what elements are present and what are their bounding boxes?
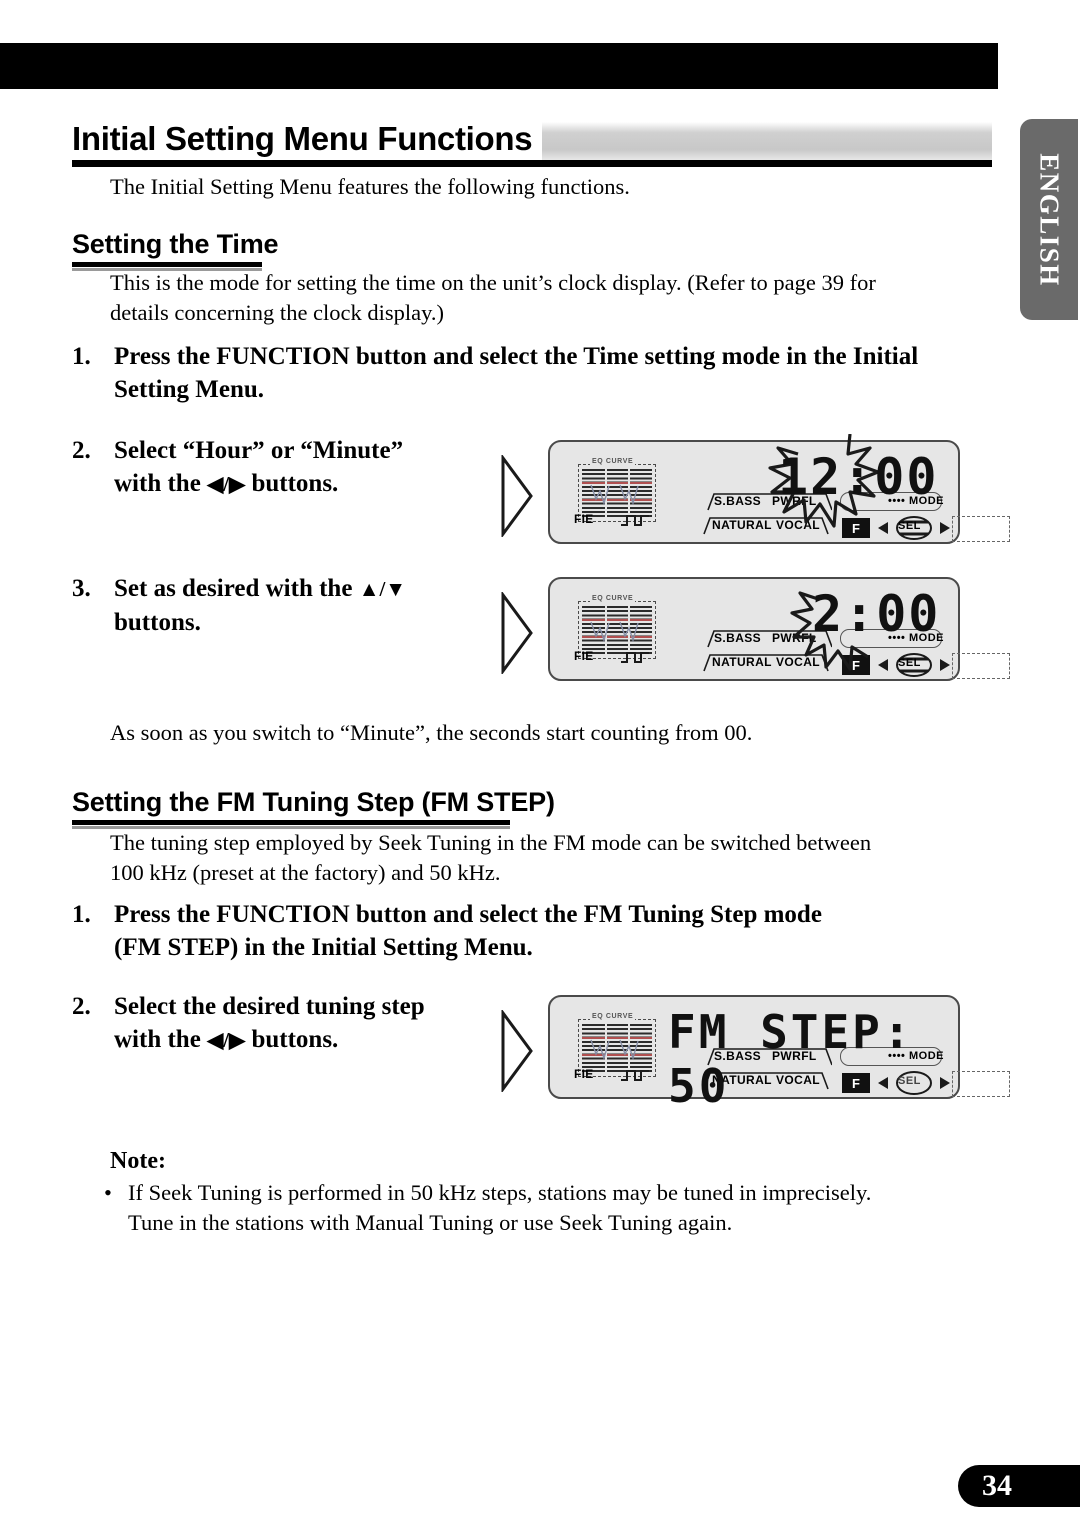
eq-curve-label: EQ CURVE — [590, 1013, 636, 1020]
step-line-1: Press the FUNCTION button and select the… — [114, 343, 919, 370]
step-item: 2. Select the desired tuning step with t… — [72, 990, 512, 1057]
chapter-heading-band: Initial Setting Menu Functions — [72, 118, 992, 160]
chapter-intro-text: The Initial Setting Menu features the fo… — [110, 174, 630, 199]
step-item: 3. Set as desired with the ▲/▼ buttons. — [72, 572, 502, 639]
step-number: 1. — [72, 901, 91, 928]
section-rule-thick — [72, 820, 510, 825]
step-item: 1. Press the FUNCTION button and select … — [72, 340, 982, 406]
step-line-2-prefix: with the — [114, 470, 208, 497]
section-intro-line-2: details concerning the clock display.) — [110, 300, 445, 325]
lcd-readout: FM STEP: 50 — [668, 1005, 914, 1113]
language-tab: ENGLISH — [1020, 119, 1078, 320]
fie-label: FIE — [574, 1067, 594, 1082]
step-number: 1. — [72, 343, 91, 370]
loudness-waveform-icon — [621, 515, 650, 526]
step-item: 1. Press the FUNCTION button and select … — [72, 898, 982, 964]
sel-frame — [952, 653, 1010, 679]
pointer-triangle-icon — [501, 455, 533, 537]
step-number: 3. — [72, 575, 91, 602]
section-title: Setting the FM Tuning Step (FM STEP) — [72, 787, 555, 817]
lcd-display-panel: EQ CURVE FIE S.BASS PWRFL NATURAL VOCAL — [548, 995, 1010, 1113]
section-rule-thick — [72, 262, 262, 267]
page-number: 34 — [982, 1469, 1012, 1502]
section-heading-setting-the-time: Setting the Time — [72, 228, 279, 271]
sel-frame — [952, 1071, 1010, 1097]
note-title: Note: — [110, 1148, 166, 1174]
eq-curve-trace — [590, 484, 639, 506]
loudness-waveform-icon — [621, 1070, 650, 1081]
lcd-readout: 2:00 — [812, 585, 941, 643]
page-number-tab: 34 — [958, 1465, 1080, 1507]
section-intro-line-1: This is the mode for setting the time on… — [110, 270, 876, 295]
left-right-arrow-icon: ◀/▶ — [207, 472, 246, 496]
step-line-2: with the ◀/▶ buttons. — [114, 1023, 512, 1057]
step-line-1: Select the desired tuning step — [114, 993, 425, 1020]
left-right-arrow-icon: ◀/▶ — [207, 1028, 246, 1052]
section-intro-line-2: 100 kHz (preset at the factory) and 50 k… — [110, 860, 501, 885]
lcd-display-panel: EQ CURVE FIE S.BASS PWRFL NATURAL VOCAL — [548, 577, 1010, 681]
lcd-readout: 12:00 — [778, 448, 939, 506]
step-line-1: Set as desired with the ▲/▼ — [114, 572, 502, 606]
step-line-2-prefix: with the — [114, 1026, 208, 1053]
page-header-bar — [0, 43, 998, 89]
eq-curve-trace — [590, 621, 639, 643]
eq-curve-label: EQ CURVE — [590, 595, 636, 602]
eq-curve-trace — [590, 1039, 639, 1061]
language-tab-label: ENGLISH — [1034, 152, 1065, 287]
note-line-1: If Seek Tuning is performed in 50 kHz st… — [128, 1180, 872, 1205]
step-line-2: buttons. — [114, 609, 201, 636]
page-title: Initial Setting Menu Functions — [72, 118, 543, 160]
section-closing-note: As soon as you switch to “Minute”, the s… — [110, 720, 753, 745]
step-number: 2. — [72, 437, 91, 464]
step-line-1: Select “Hour” or “Minute” — [114, 437, 404, 464]
step-number: 2. — [72, 993, 91, 1020]
pointer-triangle-icon — [501, 592, 533, 674]
section-intro-line-1: The tuning step employed by Seek Tuning … — [110, 830, 872, 855]
step-line-2: Setting Menu. — [114, 376, 264, 403]
up-down-arrow-icon: ▲/▼ — [358, 577, 407, 601]
step-item: 2. Select “Hour” or “Minute” with the ◀/… — [72, 434, 502, 501]
chapter-heading-rule — [72, 160, 992, 167]
pointer-triangle-icon — [501, 1010, 533, 1092]
step-line-2: with the ◀/▶ buttons. — [114, 467, 502, 501]
step-line-2: (FM STEP) in the Initial Setting Menu. — [114, 934, 533, 961]
fie-row: FIE — [574, 649, 653, 665]
fie-row: FIE — [574, 512, 653, 528]
fie-label: FIE — [574, 512, 594, 527]
chapter-heading: Initial Setting Menu Functions — [72, 118, 992, 167]
note-line-2: Tune in the stations with Manual Tuning … — [128, 1210, 733, 1235]
step-line-1: Press the FUNCTION button and select the… — [114, 901, 822, 928]
lcd-display-panel: EQ CURVE FIE S.BASS PWRFL NATURAL VOCAL — [548, 434, 1010, 544]
fie-label: FIE — [574, 649, 594, 664]
note-bullet-icon: • — [104, 1180, 112, 1205]
loudness-waveform-icon — [621, 652, 650, 663]
section-title: Setting the Time — [72, 229, 279, 259]
step-line-2-suffix: buttons. — [245, 1026, 339, 1053]
fie-row: FIE — [574, 1067, 653, 1083]
step-line-1-prefix: Set as desired with the — [114, 575, 359, 602]
section-heading-fm-tuning-step: Setting the FM Tuning Step (FM STEP) — [72, 786, 555, 829]
eq-curve-label: EQ CURVE — [590, 458, 636, 465]
note-item: • If Seek Tuning is performed in 50 kHz … — [104, 1178, 984, 1238]
step-line-2-suffix: buttons. — [245, 470, 339, 497]
